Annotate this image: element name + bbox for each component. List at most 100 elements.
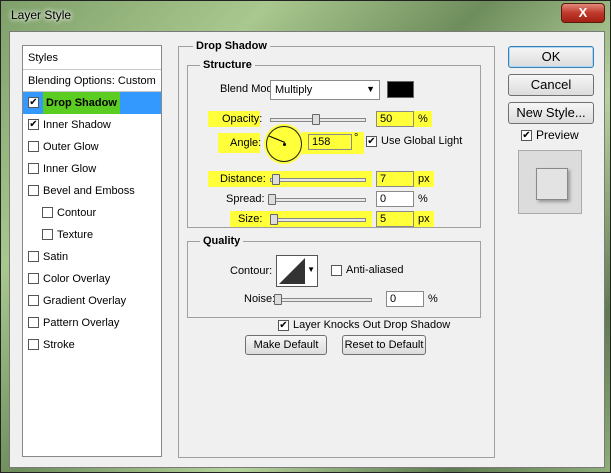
style-item-label: Drop Shadow — [43, 92, 120, 114]
make-default-button[interactable]: Make Default — [245, 335, 327, 355]
style-item-label: Bevel and Emboss — [43, 185, 135, 197]
use-global-light-label[interactable]: Use Global Light — [381, 135, 462, 147]
distance-slider-thumb[interactable] — [272, 174, 280, 185]
title-bar[interactable]: Layer Style X — [1, 1, 611, 31]
style-item-drop-shadow[interactable]: ✔ Drop Shadow — [23, 92, 161, 114]
style-item-label: Pattern Overlay — [43, 317, 120, 329]
style-item-label: Outer Glow — [43, 141, 99, 153]
structure-title: Structure — [200, 59, 255, 71]
drop-shadow-title: Drop Shadow — [193, 40, 270, 52]
structure-group: Structure Blend Mode: Multiply ▼ Opacity… — [187, 59, 481, 228]
knocks-out-checkbox[interactable]: ✔ — [278, 320, 289, 331]
size-slider[interactable] — [270, 218, 366, 222]
noise-input[interactable]: 0 — [386, 291, 424, 307]
style-item-satin[interactable]: Satin — [23, 246, 161, 268]
dialog-body: Styles Blending Options: Custom ✔ Drop Sh… — [9, 31, 605, 468]
style-item-label: Texture — [57, 229, 94, 241]
preview-label[interactable]: Preview — [536, 128, 579, 142]
angle-input[interactable]: 158 — [308, 134, 352, 150]
style-checkbox[interactable]: ✔ — [28, 119, 39, 130]
spread-label: Spread: — [226, 193, 265, 205]
cancel-button[interactable]: Cancel — [508, 74, 594, 96]
distance-slider[interactable] — [270, 178, 366, 182]
close-icon: X — [578, 5, 588, 20]
opacity-slider-thumb[interactable] — [312, 114, 320, 125]
size-input[interactable]: 5 — [376, 211, 414, 227]
style-checkbox[interactable]: ✔ — [28, 97, 39, 108]
size-slider-thumb[interactable] — [270, 214, 278, 225]
quality-group: Quality Contour: ▼ Anti-aliased Noise: 0… — [187, 235, 481, 318]
contour-label: Contour: — [230, 265, 273, 277]
style-item-color-overlay[interactable]: Color Overlay — [23, 268, 161, 290]
angle-dial[interactable] — [266, 126, 302, 162]
spread-input[interactable]: 0 — [376, 191, 414, 207]
opacity-input[interactable]: 50 — [376, 111, 414, 127]
styles-header[interactable]: Styles — [23, 46, 161, 70]
quality-title: Quality — [200, 235, 244, 247]
contour-picker[interactable]: ▼ — [276, 255, 318, 287]
spread-unit: % — [418, 193, 428, 205]
preview-checkbox[interactable]: ✔ — [521, 130, 532, 141]
distance-label: Distance: — [220, 173, 266, 185]
noise-slider[interactable] — [276, 298, 372, 302]
style-item-label: Inner Glow — [43, 163, 97, 175]
shadow-color-swatch[interactable] — [387, 81, 414, 98]
close-button[interactable]: X — [561, 3, 605, 23]
anti-aliased-label[interactable]: Anti-aliased — [346, 264, 403, 276]
styles-list: Styles Blending Options: Custom ✔ Drop Sh… — [22, 45, 162, 457]
style-item-texture[interactable]: Texture — [23, 224, 161, 246]
size-label: Size: — [238, 213, 263, 225]
anti-aliased-checkbox[interactable] — [331, 265, 342, 276]
style-item-label: Gradient Overlay — [43, 295, 127, 307]
knocks-out-label[interactable]: Layer Knocks Out Drop Shadow — [293, 319, 450, 331]
distance-input[interactable]: 7 — [376, 171, 414, 187]
preview-area — [518, 150, 582, 214]
style-checkbox[interactable] — [28, 273, 39, 284]
blend-mode-value: Multiply — [275, 84, 313, 96]
style-item-label: Contour — [57, 207, 97, 219]
style-item-gradient-overlay[interactable]: Gradient Overlay — [23, 290, 161, 312]
style-item-outer-glow[interactable]: Outer Glow — [23, 136, 161, 158]
style-item-label: Color Overlay — [43, 273, 111, 285]
style-checkbox[interactable] — [42, 207, 53, 218]
contour-curve-icon — [279, 258, 305, 284]
noise-label: Noise: — [244, 293, 276, 305]
style-checkbox[interactable] — [28, 295, 39, 306]
new-style-button[interactable]: New Style... — [508, 102, 594, 124]
opacity-unit: % — [418, 113, 428, 125]
opacity-label: Opacity: — [222, 113, 263, 125]
ok-button[interactable]: OK — [508, 46, 594, 68]
style-item-contour[interactable]: Contour — [23, 202, 161, 224]
layer-style-window: Layer Style X Styles Blending Options: C… — [0, 0, 611, 473]
style-item-inner-shadow[interactable]: ✔ Inner Shadow — [23, 114, 161, 136]
drop-shadow-group: Drop Shadow Structure Blend Mode: Multip… — [178, 40, 495, 458]
style-checkbox[interactable] — [28, 339, 39, 350]
angle-label: Angle: — [230, 137, 262, 149]
style-item-inner-glow[interactable]: Inner Glow — [23, 158, 161, 180]
use-global-light-checkbox[interactable]: ✔ — [366, 136, 377, 147]
preview-swatch — [536, 168, 568, 200]
spread-slider-thumb[interactable] — [268, 194, 276, 205]
style-checkbox[interactable] — [28, 141, 39, 152]
style-checkbox[interactable] — [42, 229, 53, 240]
style-checkbox[interactable] — [28, 163, 39, 174]
style-checkbox[interactable] — [28, 317, 39, 328]
style-checkbox[interactable] — [28, 251, 39, 262]
noise-unit: % — [428, 293, 438, 305]
noise-slider-thumb[interactable] — [274, 294, 282, 305]
chevron-down-icon: ▼ — [366, 84, 375, 94]
angle-dial-needle — [269, 135, 286, 143]
style-item-stroke[interactable]: Stroke — [23, 334, 161, 356]
angle-unit: ° — [354, 132, 359, 144]
style-item-label: Stroke — [43, 339, 75, 351]
window-title: Layer Style — [11, 8, 72, 22]
blend-mode-select[interactable]: Multiply ▼ — [270, 80, 380, 100]
angle-dial-center — [283, 143, 286, 146]
style-item-label: Inner Shadow — [43, 119, 111, 131]
blending-options-item[interactable]: Blending Options: Custom — [23, 70, 161, 92]
style-item-bevel-and-emboss[interactable]: Bevel and Emboss — [23, 180, 161, 202]
reset-default-button[interactable]: Reset to Default — [342, 335, 426, 355]
style-item-pattern-overlay[interactable]: Pattern Overlay — [23, 312, 161, 334]
spread-slider[interactable] — [270, 198, 366, 202]
style-checkbox[interactable] — [28, 185, 39, 196]
